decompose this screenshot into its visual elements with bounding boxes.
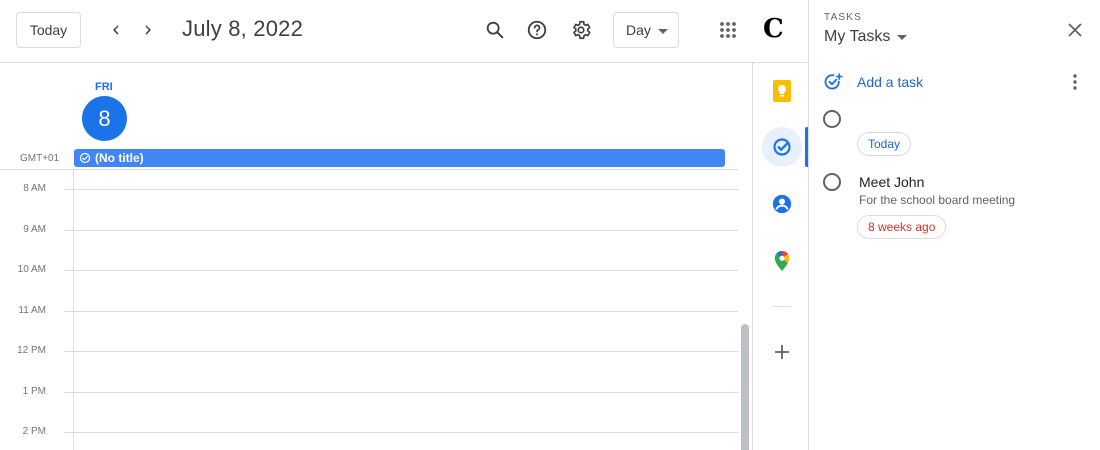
- hour-label: 10 AM: [17, 264, 46, 275]
- maps-button[interactable]: [762, 241, 802, 281]
- get-addons-button[interactable]: [762, 332, 802, 372]
- tasks-button[interactable]: [762, 127, 802, 167]
- add-task-label: Add a task: [857, 74, 924, 90]
- hour-label: 11 AM: [18, 305, 46, 316]
- caret-down-icon: [897, 34, 908, 40]
- task-check-icon: [79, 152, 91, 164]
- hour-label: 8 AM: [23, 183, 46, 194]
- settings-button[interactable]: [566, 15, 596, 45]
- gear-icon: [573, 20, 591, 40]
- apps-grid-icon: [720, 22, 736, 38]
- hour-row[interactable]: 2 PM: [0, 426, 738, 437]
- keep-button[interactable]: [762, 71, 802, 111]
- day-view: FRI 8 GMT+01 (No title) 8 AM 9 AM 10 AM …: [0, 64, 752, 450]
- search-button[interactable]: [480, 15, 510, 45]
- tasks-panel: TASKS My Tasks Add a task Today Meet Joh…: [808, 0, 1100, 450]
- tasks-kicker: TASKS: [824, 12, 863, 23]
- chevron-left-icon: [113, 25, 119, 35]
- hour-row[interactable]: 9 AM: [0, 224, 738, 235]
- add-task-button[interactable]: Add a task: [823, 72, 923, 92]
- today-button[interactable]: Today: [16, 12, 81, 48]
- help-icon: [527, 20, 547, 40]
- close-panel-button[interactable]: [1063, 18, 1087, 42]
- calendar-header: Today July 8, 2022 Day C: [0, 0, 807, 63]
- maps-icon: [774, 251, 790, 271]
- rail-divider: [773, 306, 791, 307]
- task-list-name: My Tasks: [824, 28, 891, 45]
- all-day-event[interactable]: (No title): [74, 149, 725, 167]
- caret-down-icon: [658, 29, 668, 34]
- account-avatar[interactable]: C: [763, 14, 784, 44]
- add-task-icon: [824, 73, 843, 90]
- scrollbar-thumb[interactable]: [741, 324, 749, 450]
- timezone-label: GMT+01: [20, 153, 60, 164]
- event-title: (No title): [95, 151, 144, 165]
- contacts-button[interactable]: [762, 184, 802, 224]
- side-panel-rail: [752, 63, 808, 450]
- next-button[interactable]: [134, 16, 162, 44]
- close-icon: [1068, 23, 1082, 37]
- hour-row[interactable]: 1 PM: [0, 386, 738, 397]
- tasks-icon: [773, 138, 791, 156]
- help-button[interactable]: [522, 15, 552, 45]
- task-complete-toggle[interactable]: [823, 110, 841, 128]
- task-notes: For the school board meeting: [859, 193, 1016, 207]
- task-title[interactable]: Meet John: [859, 174, 924, 190]
- add-icon: [775, 345, 789, 359]
- day-name: FRI: [95, 81, 113, 93]
- date-title: July 8, 2022: [182, 16, 304, 41]
- hour-row[interactable]: 11 AM: [0, 305, 738, 316]
- hour-row[interactable]: 10 AM: [0, 264, 738, 275]
- hour-label: 12 PM: [17, 345, 46, 356]
- hour-label: 1 PM: [22, 386, 46, 397]
- all-day-divider: [0, 169, 738, 170]
- task-complete-toggle[interactable]: [823, 173, 841, 191]
- task-due-chip[interactable]: Today: [857, 132, 912, 156]
- task-due-chip[interactable]: 8 weeks ago: [857, 215, 947, 239]
- hour-label: 9 AM: [23, 224, 46, 235]
- view-selector[interactable]: Day: [613, 12, 679, 48]
- hour-row[interactable]: 12 PM: [0, 345, 738, 356]
- chevron-right-icon: [145, 25, 151, 35]
- apps-button[interactable]: [713, 15, 743, 45]
- more-vert-icon: [1073, 74, 1077, 90]
- task-list-selector[interactable]: My Tasks: [824, 28, 908, 46]
- hour-row[interactable]: 8 AM: [0, 183, 738, 194]
- grid-divider: [73, 170, 74, 450]
- more-options-button[interactable]: [1067, 72, 1083, 92]
- contacts-icon: [772, 194, 792, 214]
- search-icon: [486, 21, 504, 39]
- keep-icon: [773, 80, 791, 102]
- view-selected-label: Day: [626, 22, 651, 38]
- day-number[interactable]: 8: [82, 96, 127, 141]
- hour-label: 2 PM: [22, 426, 46, 437]
- previous-button[interactable]: [102, 16, 130, 44]
